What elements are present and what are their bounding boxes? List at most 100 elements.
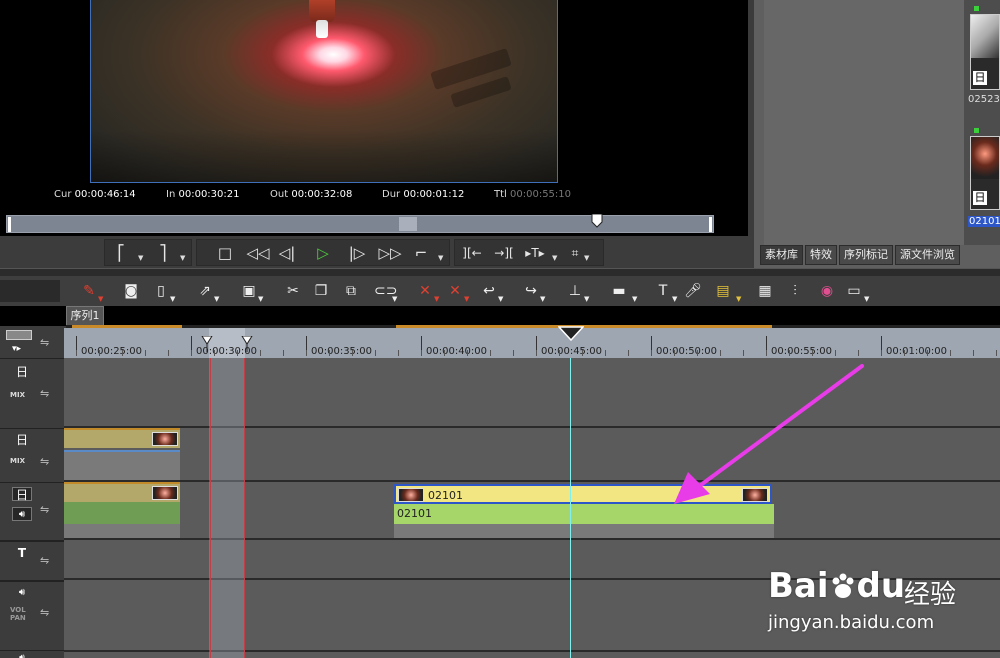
speaker-icon[interactable]: 🔊︎ <box>12 651 32 658</box>
timeline-clip-lower[interactable] <box>64 450 180 480</box>
playhead-line[interactable] <box>570 358 571 658</box>
copy-button[interactable]: ❐ <box>312 281 330 301</box>
timeline-audio-clip[interactable] <box>64 502 180 524</box>
chevron-down-icon[interactable]: ▼ <box>552 254 557 262</box>
scrub-playhead-icon[interactable] <box>591 214 603 228</box>
clip-name: 02101 <box>397 507 432 520</box>
rewind-button[interactable]: ◁◁ <box>244 242 272 264</box>
timecode-bar: Cur 00:00:46:14 In 00:00:30:21 Out 00:00… <box>0 186 748 206</box>
tab-asset-bin[interactable]: 素材库 <box>760 245 803 265</box>
razor-button[interactable]: ▬ ▼ <box>608 281 637 303</box>
open-button[interactable]: ⇗ ▼ <box>196 281 219 303</box>
speaker-icon[interactable]: 🔊︎ <box>12 507 32 521</box>
match-frame-icon: ▸T▸ <box>525 246 545 260</box>
chevron-down-icon[interactable]: ▼ <box>584 254 589 262</box>
cut-button[interactable]: ✂ <box>284 281 302 301</box>
tab-sequence-markers[interactable]: 序列标记 <box>839 245 893 265</box>
loop-button[interactable]: ⌐ <box>410 242 432 264</box>
ruler-minor-tick <box>329 350 330 356</box>
expand-icon[interactable]: ▾▸ <box>12 344 21 354</box>
vol-label: VOL <box>10 606 26 614</box>
video-track-icon[interactable]: 日 <box>12 433 32 447</box>
mark-out-button[interactable]: ⎤ <box>152 242 174 264</box>
grid-button[interactable]: ▦ <box>756 281 774 301</box>
play-button[interactable]: ▷ <box>312 242 334 264</box>
track-headers: ▾▸ ⇋ 日 MIX ⇋ 日 MIX ⇋ 日 🔊︎ ⇋ T ⇋ 🔊︎ VOL P… <box>0 326 64 658</box>
color-button[interactable]: ◉ <box>818 281 836 301</box>
audio-mixer-button[interactable]: ⫶ <box>786 281 804 301</box>
voice-over-button[interactable]: 🎤︎ <box>684 281 702 301</box>
playhead-handle-icon[interactable] <box>558 326 584 342</box>
out-point-icon[interactable] <box>240 336 254 352</box>
chevron-down-icon[interactable]: ▼ <box>180 254 185 262</box>
undo-button[interactable]: ↩ ▼ <box>480 281 503 303</box>
sync-icon[interactable]: ⇋ <box>40 336 49 349</box>
ruler-minor-tick <box>237 350 238 356</box>
tab-sequence-1[interactable]: 序列1 <box>66 306 104 325</box>
speaker-icon[interactable]: 🔊︎ <box>12 586 32 600</box>
delete-button[interactable]: ✕ ▼ <box>416 281 439 303</box>
paste-icon: ⧉ <box>346 283 356 299</box>
go-to-in-button[interactable]: ][← <box>458 242 486 264</box>
timeline-ruler[interactable]: 00:00:25:00 00:00:30:00 00:00:35:00 00:0… <box>64 326 1000 358</box>
timeline-clip[interactable] <box>64 428 180 448</box>
timeline-clip[interactable] <box>64 482 180 502</box>
export-icon: ⌗ <box>571 246 579 260</box>
track-header-audio[interactable]: 🔊︎ VOL PAN ⇋ <box>0 580 64 650</box>
timeline-settings-button[interactable]: ✎ ▼ <box>80 281 103 303</box>
redo-button[interactable]: ↪ ▼ <box>522 281 545 303</box>
trim-button[interactable]: ⊥ ▼ <box>566 281 590 303</box>
video-track-icon[interactable]: 日 <box>12 487 32 502</box>
export-button[interactable]: ⌗ <box>564 242 586 264</box>
link-button[interactable]: ⊂⊃ ▼ <box>374 281 397 303</box>
sync-icon[interactable]: ⇋ <box>40 554 49 567</box>
bin-clip-thumb[interactable]: 日 <box>970 14 1000 90</box>
track-header-title[interactable]: T ⇋ <box>0 540 64 580</box>
ruler-minor-tick <box>927 350 928 356</box>
in-out-range-shade <box>209 358 245 658</box>
go-to-out-button[interactable]: →][ <box>490 242 518 264</box>
sync-icon[interactable]: ⇋ <box>40 387 49 400</box>
in-point-icon[interactable] <box>200 336 214 352</box>
track-height-toggle[interactable] <box>6 330 32 340</box>
step-back-button[interactable]: ◁| <box>276 242 298 264</box>
ruler-minor-tick <box>122 350 123 356</box>
step-forward-button[interactable]: |▷ <box>346 242 368 264</box>
scrub-bar[interactable] <box>6 214 714 233</box>
ruler-minor-tick <box>881 350 882 356</box>
track-header-video-2[interactable]: 日 MIX ⇋ <box>0 428 64 482</box>
monitor-button[interactable]: ▭ ▼ <box>844 281 869 303</box>
sync-icon[interactable]: ⇋ <box>40 606 49 619</box>
chevron-down-icon[interactable]: ▼ <box>138 254 143 262</box>
video-track-icon[interactable]: 日 <box>12 365 32 379</box>
title-track-icon[interactable]: T <box>12 546 32 560</box>
sync-icon[interactable]: ⇋ <box>40 503 49 516</box>
fast-forward-button[interactable]: ▷▷ <box>376 242 404 264</box>
new-button[interactable]: ▯ ▼ <box>152 281 175 303</box>
capture-button[interactable]: ◙ <box>122 281 140 301</box>
tab-effects[interactable]: 特效 <box>805 245 837 265</box>
tc-out: Out 00:00:32:08 <box>270 189 353 200</box>
bin-clip-thumb-selected[interactable]: 日 <box>970 136 1000 210</box>
track-header-audio-2[interactable]: 🔊︎ <box>0 650 64 658</box>
paste-button[interactable]: ⧉ <box>342 281 360 301</box>
timeline-clip-lower[interactable] <box>394 524 774 538</box>
timeline-clip-lower[interactable] <box>64 524 180 538</box>
stop-button[interactable]: □ <box>214 242 236 264</box>
panel-divider[interactable] <box>0 268 1000 276</box>
track-header-av[interactable]: 日 🔊︎ ⇋ <box>0 482 64 540</box>
ripple-delete-button[interactable]: ✕ ▼ <box>446 281 469 303</box>
chevron-down-icon[interactable]: ▼ <box>438 254 443 262</box>
mark-in-button[interactable]: ⎡ <box>110 242 132 264</box>
track-header-video-1[interactable]: 日 MIX ⇋ <box>0 358 64 428</box>
ruler-minor-tick <box>191 350 192 356</box>
save-button[interactable]: ▣ ▼ <box>240 281 263 303</box>
ruler-minor-tick <box>858 350 859 356</box>
sync-icon[interactable]: ⇋ <box>40 455 49 468</box>
title-button[interactable]: T ▼ <box>654 281 678 303</box>
match-frame-button[interactable]: ▸T▸ <box>522 242 548 264</box>
copy-icon: ❐ <box>314 283 328 299</box>
tab-source-browser[interactable]: 源文件浏览 <box>895 245 960 265</box>
paw-icon <box>830 568 856 598</box>
mixer-button[interactable]: ▤ ▼ <box>712 281 741 303</box>
